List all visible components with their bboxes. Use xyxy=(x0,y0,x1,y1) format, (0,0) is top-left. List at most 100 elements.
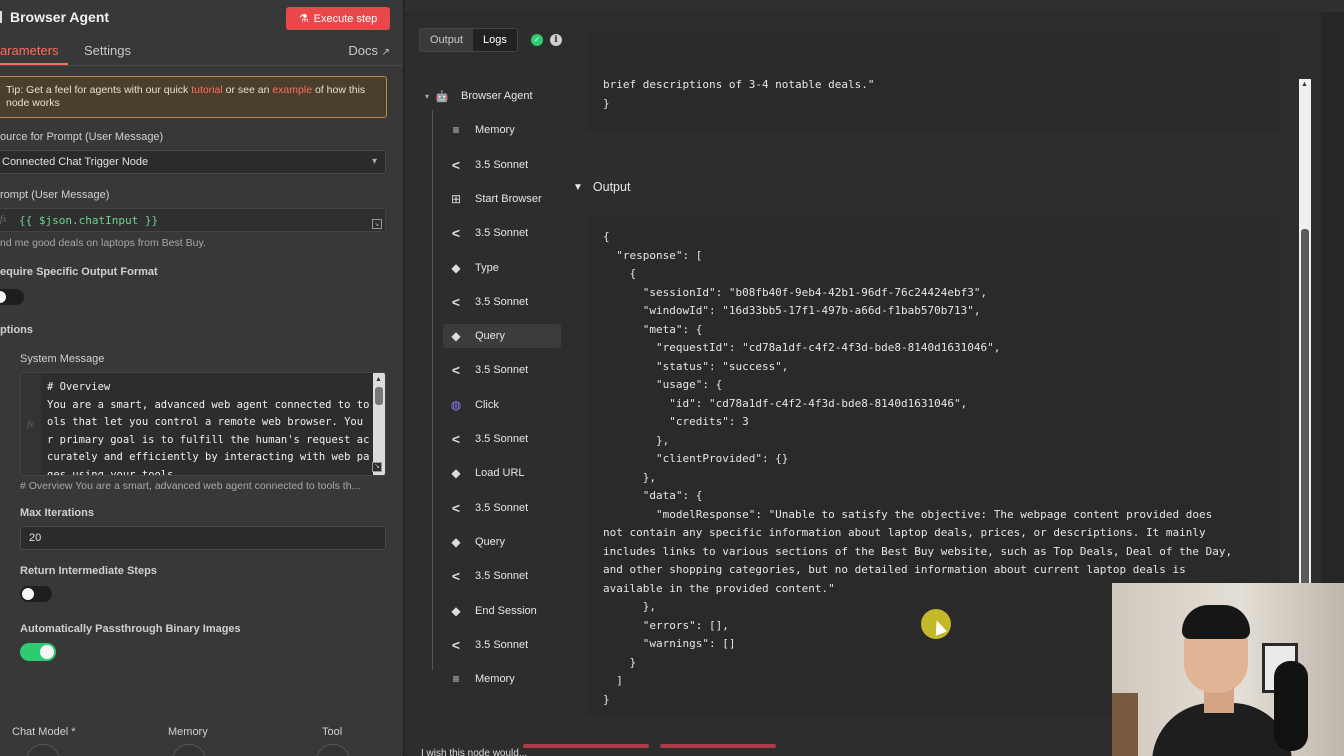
log-tree-item-label: 3.5 Sonnet xyxy=(475,295,529,308)
log-tree-item-label: End Session xyxy=(475,604,537,617)
require-format-label: equire Specific Output Format xyxy=(0,266,158,278)
expand-icon[interactable]: ↘ xyxy=(372,462,382,472)
anthropic-icon: < xyxy=(451,431,461,447)
log-tree-item[interactable]: ≡ Memory xyxy=(443,118,561,142)
tab-settings[interactable]: Settings xyxy=(84,43,131,58)
scrollbar-thumb[interactable] xyxy=(375,387,383,405)
feedback-bar xyxy=(523,744,649,748)
log-tree-item-label: Browser Agent xyxy=(461,90,533,102)
anthropic-icon: < xyxy=(451,293,461,310)
tool-connector[interactable] xyxy=(316,744,350,756)
flask-icon: ⚗ xyxy=(298,13,309,25)
log-tree-item-label: Query xyxy=(475,535,505,548)
tip-mid: or see an xyxy=(222,84,273,96)
log-tree-item-label: Start Browser xyxy=(475,192,542,205)
log-tree-item-label: 3.5 Sonnet xyxy=(475,570,529,583)
log-tree-item[interactable]: <3.5 Sonnet xyxy=(443,496,561,520)
scroll-up-icon[interactable]: ▲ xyxy=(1301,81,1308,88)
top-bar xyxy=(405,0,1344,12)
passthrough-toggle[interactable] xyxy=(20,643,56,661)
system-message-text[interactable]: # Overview You are a smart, advanced web… xyxy=(47,379,373,475)
source-select-value: Connected Chat Trigger Node xyxy=(2,156,149,168)
passthrough-label: Automatically Passthrough Binary Images xyxy=(20,623,241,635)
prompt-preview-hint: nd me good deals on laptops from Best Bu… xyxy=(0,237,206,249)
active-tab-indicator xyxy=(0,63,68,65)
example-link[interactable]: example xyxy=(272,84,312,96)
execute-step-label: Execute step xyxy=(313,12,378,25)
tutorial-link[interactable]: tutorial xyxy=(191,84,223,96)
log-tree-item[interactable]: ◆ Type xyxy=(443,256,561,280)
log-tree-item[interactable]: ◆ Load URL xyxy=(443,461,561,485)
log-tree-item[interactable]: <3.5 Sonnet xyxy=(443,633,561,657)
log-tree-item[interactable]: ▾ 🤖 Browser Agent xyxy=(419,84,537,108)
tab-parameters[interactable]: arameters xyxy=(0,43,59,58)
log-tree-item-label: 3.5 Sonnet xyxy=(475,227,529,240)
output-section-toggle[interactable]: ▼ Output xyxy=(573,180,630,194)
tool-connector-label: Tool xyxy=(322,726,343,738)
tip-prefix: Tip: Get a feel for agents with our quic… xyxy=(6,84,192,96)
log-tree-item[interactable]: ◆ Query xyxy=(443,530,561,554)
parameter-tabs: arameters Settings Docs ↗ xyxy=(0,36,403,66)
anthropic-icon: < xyxy=(451,362,461,379)
sitemap-icon: ⊞ xyxy=(450,191,462,206)
feedback-prompt[interactable]: I wish this node would... xyxy=(421,748,527,756)
log-tree-item[interactable]: ◆ Query xyxy=(443,324,561,349)
scrollbar-thumb[interactable] xyxy=(1301,229,1309,599)
memory-connector[interactable] xyxy=(172,744,206,756)
editor-scrollbar[interactable]: ▲ xyxy=(373,373,385,475)
log-tree-item-label: Type xyxy=(475,261,499,274)
input-json-tail: brief descriptions of 3-4 notable deals.… xyxy=(603,78,875,110)
feedback-bar xyxy=(660,744,776,748)
database-icon: ≡ xyxy=(452,123,460,138)
info-icon[interactable]: i xyxy=(550,34,562,46)
tab-output[interactable]: Output xyxy=(420,29,473,51)
database-icon: ≡ xyxy=(452,672,460,687)
log-tree-item-label: 3.5 Sonnet xyxy=(475,158,529,171)
log-tree-item[interactable]: ◍ Click xyxy=(443,393,561,417)
log-tree-item-label: Click xyxy=(475,398,499,411)
log-tree-item-label: 3.5 Sonnet xyxy=(475,638,529,651)
docs-link[interactable]: Docs ↗ xyxy=(348,43,390,58)
prompt-label: rompt (User Message) xyxy=(0,189,110,201)
return-steps-toggle[interactable] xyxy=(20,586,52,602)
prompt-expression-input[interactable]: fx {{ $json.chatInput }} ↘ xyxy=(0,208,386,232)
anthropic-icon: < xyxy=(451,636,461,653)
anthropic-icon: < xyxy=(451,568,461,585)
chevron-down-icon: ▼ xyxy=(573,181,583,193)
tip-callout: Tip: Get a feel for agents with our quic… xyxy=(0,76,387,118)
log-tree-item-label: Query xyxy=(475,330,505,343)
tab-logs[interactable]: Logs xyxy=(473,29,517,51)
scroll-up-icon[interactable]: ▲ xyxy=(375,376,382,383)
chevron-down-icon[interactable]: ▾ xyxy=(425,92,429,101)
require-format-toggle[interactable] xyxy=(0,289,24,305)
log-tree-item[interactable]: ⊞ Start Browser xyxy=(443,187,561,211)
max-iterations-value: 20 xyxy=(29,532,42,544)
microphone xyxy=(1274,661,1308,751)
panel-header: Browser Agent ⚗ Execute step xyxy=(0,0,403,36)
log-tree-item[interactable]: <3.5 Sonnet xyxy=(443,358,561,382)
max-iterations-input[interactable]: 20 xyxy=(20,526,386,550)
toggle-knob xyxy=(0,291,6,303)
output-scrollbar[interactable]: ▲ xyxy=(1299,79,1311,599)
log-tree-item[interactable]: <3.5 Sonnet xyxy=(443,290,561,314)
execute-step-button[interactable]: ⚗ Execute step xyxy=(286,7,390,30)
toggle-knob xyxy=(22,588,34,600)
source-for-prompt-select[interactable]: Connected Chat Trigger Node ▾ xyxy=(0,150,386,174)
browserbase-icon: ◆ xyxy=(451,603,461,618)
browserbase-icon: ◆ xyxy=(451,466,461,481)
node-title[interactable]: Browser Agent xyxy=(10,9,109,25)
log-tree-item[interactable]: <3.5 Sonnet xyxy=(443,564,561,588)
log-tree-item[interactable]: ◆ End Session xyxy=(443,599,561,623)
max-iterations-label: Max Iterations xyxy=(20,507,94,519)
system-message-editor[interactable]: fx # Overview You are a smart, advanced … xyxy=(20,372,386,476)
node-icon xyxy=(0,11,6,23)
system-message-preview: # Overview You are a smart, advanced web… xyxy=(20,480,361,492)
log-tree-item[interactable]: <3.5 Sonnet xyxy=(443,427,561,451)
chat-model-connector[interactable] xyxy=(26,744,60,756)
log-tree-item[interactable]: <3.5 Sonnet xyxy=(443,153,561,177)
expand-icon[interactable]: ↘ xyxy=(372,219,382,229)
log-tree-item[interactable]: <3.5 Sonnet xyxy=(443,221,561,245)
system-message-label: System Message xyxy=(20,353,105,365)
log-tree-item[interactable]: ≡ Memory xyxy=(443,667,561,691)
shelf xyxy=(1112,693,1138,756)
